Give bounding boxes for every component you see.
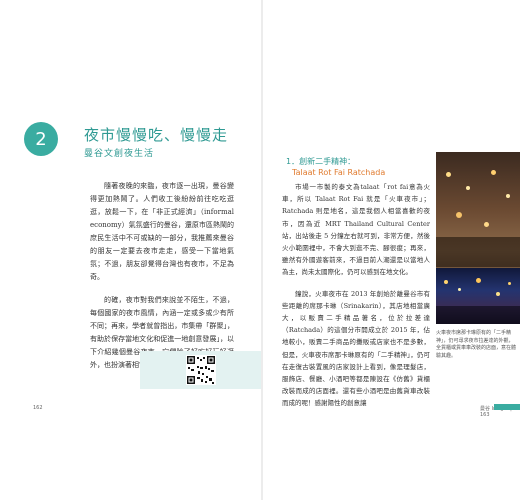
paragraph: 市場一市製的泰文為talaat「rot fai意為火車，所以 Talaat Ro… <box>282 183 430 277</box>
chapter-number: 2 <box>35 128 47 150</box>
paragraph: 隨著夜晚的來臨，夜市逐一出現，曼谷變得更加熱鬧了。人們收工後紛紛前往吃吃逛逛，放… <box>90 182 234 281</box>
qr-code[interactable] <box>186 355 216 385</box>
book-spread: 2 夜市慢慢吃、慢慢走 曼谷文創夜生活 隨著夜晚的來臨，夜市逐一出現，曼谷變得更… <box>0 0 520 500</box>
section-subtitle: Talaat Rot Fai Ratchada <box>292 168 386 177</box>
footer-accent-bar <box>494 404 520 410</box>
photo-caption: 火車夜市席那卡琳原有的「二手精神」，仍可尋求夜市拉差達的外觀，全貨櫃或貨車車改裝… <box>436 330 517 359</box>
qr-code-icon <box>186 355 216 385</box>
chapter-number-badge: 2 <box>24 122 58 156</box>
paragraph: 鐘說，火車夜市在 2013 年創始於離曼谷市有些距離的席那卡琳（Srinakar… <box>282 289 430 408</box>
page-number-left: 162 <box>33 405 43 411</box>
chapter-title: 夜市慢慢吃、慢慢走 <box>84 126 229 144</box>
page-number-right: 163 <box>480 412 490 418</box>
left-page: 2 夜市慢慢吃、慢慢走 曼谷文創夜生活 隨著夜晚的來臨，夜市逐一出現，曼谷變得更… <box>0 0 262 500</box>
night-market-stalls-photo <box>436 268 520 324</box>
section-title: 1．創新二手精神： <box>286 157 356 166</box>
chapter-subtitle: 曼谷文創夜生活 <box>84 149 155 159</box>
right-body-text: 市場一市製的泰文為talaat「rot fai意為火車，所以 Talaat Ro… <box>282 181 430 419</box>
